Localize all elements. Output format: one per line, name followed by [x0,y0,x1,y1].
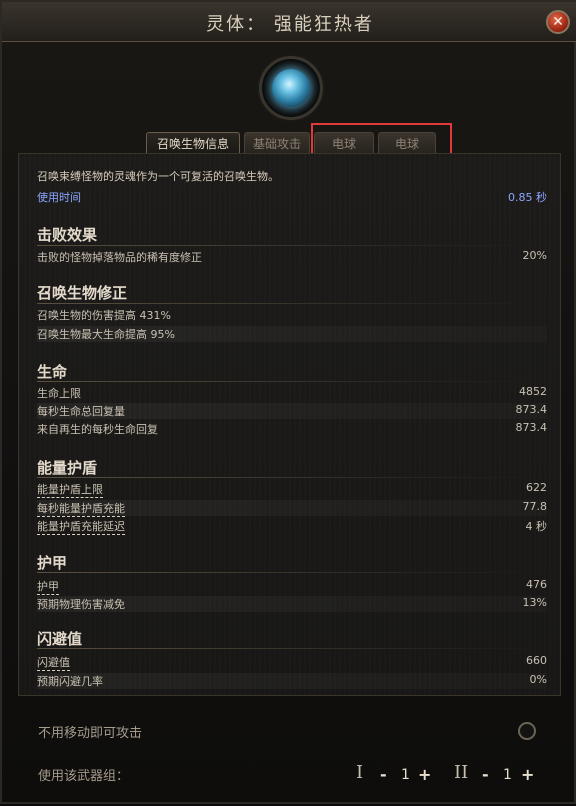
weapon-set-1-plus-button[interactable]: + [418,765,431,784]
weapon-set-2-count: 1 [503,767,512,783]
section-title-life: 生命 [37,363,68,381]
stat-value: 77.8 [522,500,548,513]
weapon-set-1-count: 1 [401,767,410,783]
section-title-armour: 护甲 [37,554,68,572]
stat-row: 能量护盾上限 622 [37,481,547,498]
stat-row: 生命上限 4852 [37,385,547,401]
weapon-set-1-numeral: I [356,762,364,783]
stat-label: 每秒能量护盾充能 [37,502,125,517]
no-move-attack-label: 不用移动即可攻击 [38,726,143,741]
divider [37,572,547,573]
stat-label: 能量护盾充能延迟 [37,520,125,535]
use-time-row: 使用时间 0.85 秒 [37,189,547,205]
window-title: 灵体： 强能狂热者 [206,14,374,35]
weapon-set-2-numeral: II [454,762,469,783]
stat-value: 622 [526,481,547,494]
stat-label: 来自再生的每秒生命回复 [37,423,158,436]
stat-row: 闪避值 660 [37,654,547,671]
stat-label: 预期物理伤害减免 [37,598,125,611]
stat-row: 预期闪避几率 0% [37,673,547,689]
tab-minion-info[interactable]: 召唤生物信息 [146,132,240,154]
tab-basic-attack[interactable]: 基础攻击 [244,132,310,154]
weapon-set-2-minus-button[interactable]: - [482,765,489,784]
stat-value: 476 [526,578,547,591]
stat-row: 能量护盾充能延迟 4 秒 [37,518,548,535]
stats-panel[interactable]: 召唤束缚怪物的灵魂作为一个可复活的召唤生物。 使用时间 0.85 秒 击败效果 … [18,153,561,696]
weapon-set-1-minus-button[interactable]: - [380,765,387,784]
minion-info-window: 灵体： 强能狂热者 ✕ 召唤生物信息 基础攻击 电球 电球 召唤束缚怪物的灵魂作… [0,0,576,804]
stat-value: 873.4 [515,421,548,434]
stat-row: 每秒生命总回复量 873.4 [37,403,547,419]
minion-portrait [259,56,323,120]
stat-label: 能量护盾上限 [37,483,103,498]
weapon-set-label: 使用该武器组： [38,769,130,784]
stat-row: 每秒能量护盾充能 77.8 [37,500,548,517]
stat-value: 20% [522,249,547,262]
divider [37,303,547,304]
stat-label: 护甲 [37,580,59,595]
stat-label: 每秒生命总回复量 [37,405,125,418]
section-title-minion-mod: 召唤生物修正 [37,284,128,302]
section-title-energy-shield: 能量护盾 [37,459,98,477]
bottom-controls: 不用移动即可攻击 使用该武器组： I - 1 + II - 1 + [18,702,561,806]
stat-row: 来自再生的每秒生命回复 873.4 [37,421,547,437]
stat-label: 召唤生物最大生命提高 95% [37,328,175,341]
stat-label: 闪避值 [37,656,70,671]
stat-label: 预期闪避几率 [37,675,103,688]
section-title-defeat: 击败效果 [37,226,98,244]
divider [37,648,547,649]
stat-value: 660 [526,654,547,667]
title-bar: 灵体： 强能狂热者 ✕ [2,2,576,42]
divider [37,477,547,478]
stat-value: 4 秒 [525,520,548,533]
no-move-attack-toggle[interactable] [518,722,536,740]
close-icon[interactable]: ✕ [546,10,570,34]
stat-row: 击败的怪物掉落物品的稀有度修正 20% [37,249,547,265]
electric-orb-icon [272,69,310,107]
stat-row: 召唤生物最大生命提高 95% [37,326,547,342]
minion-description: 召唤束缚怪物的灵魂作为一个可复活的召唤生物。 [37,170,279,183]
stat-value: 0% [529,673,547,686]
use-time-label: 使用时间 [37,191,81,204]
section-title-evasion: 闪避值 [37,630,83,648]
stat-label: 生命上限 [37,387,81,400]
divider [37,245,547,246]
stat-row: 护甲 476 [37,578,547,595]
use-time-value: 0.85 秒 [508,191,547,204]
stat-label: 击败的怪物掉落物品的稀有度修正 [37,251,202,264]
stat-value: 4852 [519,385,547,398]
weapon-set-2-plus-button[interactable]: + [521,765,534,784]
stat-row: 预期物理伤害减免 13% [37,596,547,612]
stat-label: 召唤生物的伤害提高 431% [37,309,171,322]
stat-value: 873.4 [515,403,548,416]
stat-row: 召唤生物的伤害提高 431% [37,307,547,323]
stat-value: 13% [522,596,547,609]
divider [37,381,547,382]
